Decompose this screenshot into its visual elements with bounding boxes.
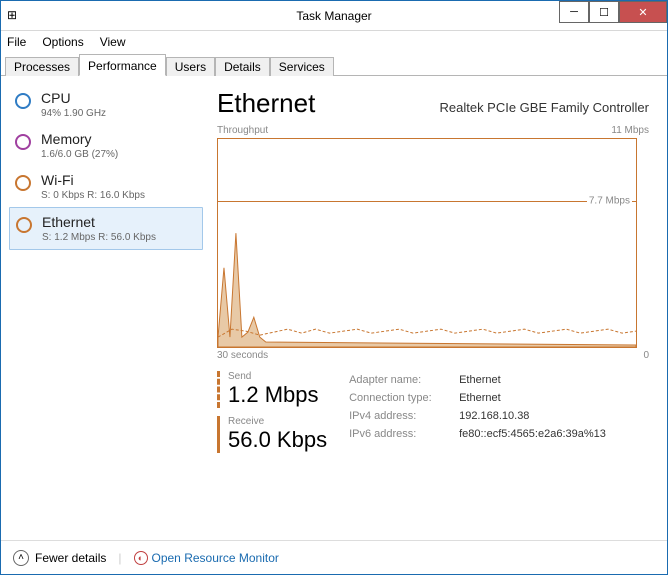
info-val-conn: Ethernet [459,389,501,407]
wifi-icon [15,175,31,191]
resource-monitor-icon: ◐ [134,551,148,565]
open-resource-monitor-link[interactable]: ◐ Open Resource Monitor [134,551,279,565]
performance-sidebar: CPU 94% 1.90 GHz Memory 1.6/6.0 GB (27%)… [1,76,211,536]
sidebar-sub-cpu: 94% 1.90 GHz [41,108,106,119]
info-val-ipv4: 192.168.10.38 [459,407,529,425]
sidebar-item-wifi[interactable]: Wi-Fi S: 0 Kbps R: 16.0 Kbps [9,166,203,207]
menu-view[interactable]: View [100,35,126,49]
detail-panel: Ethernet Realtek PCIe GBE Family Control… [211,76,667,536]
maximize-button[interactable]: ☐ [589,1,619,23]
ethernet-icon [16,217,32,233]
sidebar-sub-ethernet: S: 1.2 Mbps R: 56.0 Kbps [42,232,156,243]
chart-top-left-label: Throughput [217,125,268,136]
app-icon: ⊞ [7,8,23,24]
chevron-up-icon: ˄ [13,550,29,566]
title-bar: ⊞ Task Manager ─ ☐ ✕ [1,1,667,31]
close-button[interactable]: ✕ [619,1,667,23]
menu-file[interactable]: File [7,35,26,49]
tab-details[interactable]: Details [215,57,270,76]
sidebar-label-cpu: CPU [41,90,106,106]
receive-label: Receive [228,416,327,427]
tab-users[interactable]: Users [166,57,215,76]
footer-bar: ˄ Fewer details | ◐ Open Resource Monito… [1,540,667,574]
info-val-ipv6: fe80::ecf5:4565:e2a6:39a%13 [459,425,606,443]
adapter-full-name: Realtek PCIe GBE Family Controller [439,100,649,115]
time-axis-start: 30 seconds [217,350,268,361]
throughput-chart: 7.7 Mbps [217,138,637,348]
info-key-conn: Connection type: [349,389,459,407]
footer-separator: | [118,551,121,565]
info-key-adapter: Adapter name: [349,371,459,389]
resource-monitor-label: Open Resource Monitor [152,551,279,565]
cpu-icon [15,93,31,109]
receive-value: 56.0 Kbps [228,427,327,453]
chart-svg [218,139,636,347]
sidebar-label-ethernet: Ethernet [42,214,156,230]
tab-performance[interactable]: Performance [79,54,166,76]
minimize-button[interactable]: ─ [559,1,589,23]
send-label: Send [228,371,327,382]
window-title: Task Manager [296,9,371,23]
send-stat: Send 1.2 Mbps [217,371,327,408]
fewer-details-label: Fewer details [35,551,106,565]
menu-bar: File Options View [1,31,667,52]
tab-services[interactable]: Services [270,57,334,76]
adapter-info: Adapter name:Ethernet Connection type:Et… [349,371,606,461]
send-value: 1.2 Mbps [228,382,327,408]
window-buttons: ─ ☐ ✕ [559,1,667,23]
receive-stat: Receive 56.0 Kbps [217,416,327,453]
sidebar-sub-memory: 1.6/6.0 GB (27%) [41,149,118,160]
info-key-ipv4: IPv4 address: [349,407,459,425]
sidebar-label-wifi: Wi-Fi [41,172,145,188]
detail-title: Ethernet [217,88,315,119]
menu-options[interactable]: Options [42,35,83,49]
info-val-adapter: Ethernet [459,371,501,389]
memory-icon [15,134,31,150]
sidebar-item-cpu[interactable]: CPU 94% 1.90 GHz [9,84,203,125]
sidebar-item-ethernet[interactable]: Ethernet S: 1.2 Mbps R: 56.0 Kbps [9,207,203,250]
time-axis-end: 0 [643,350,649,361]
chart-top-right-label: 11 Mbps [611,125,649,136]
tab-processes[interactable]: Processes [5,57,79,76]
sidebar-label-memory: Memory [41,131,118,147]
fewer-details-button[interactable]: ˄ Fewer details [13,550,106,566]
info-key-ipv6: IPv6 address: [349,425,459,443]
main-area: CPU 94% 1.90 GHz Memory 1.6/6.0 GB (27%)… [1,76,667,536]
tab-bar: Processes Performance Users Details Serv… [1,52,667,76]
sidebar-item-memory[interactable]: Memory 1.6/6.0 GB (27%) [9,125,203,166]
sidebar-sub-wifi: S: 0 Kbps R: 16.0 Kbps [41,190,145,201]
